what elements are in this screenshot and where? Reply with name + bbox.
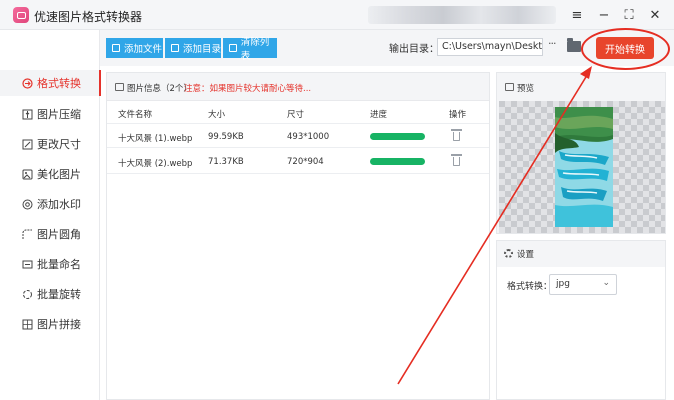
delete-icon[interactable] [451,154,462,166]
sidebar-item-label: 图片拼接 [37,318,81,331]
stitch-icon [22,319,33,330]
file-panel-title: 图片信息（2个） [127,84,192,94]
chevron-down-icon: ⌄ [602,278,610,288]
progress-bar [370,158,425,165]
sidebar-item-compress[interactable]: 图片压缩 [0,101,100,127]
add-file-label: 添加文件 [124,44,163,55]
file-size: 99.59KB [208,132,244,142]
column-header-progress: 进度 [370,110,388,120]
sidebar-item-label: 批量旋转 [37,288,81,301]
add-file-icon [112,44,120,52]
format-value: jpg [556,279,570,289]
add-folder-button[interactable]: 添加目录 [165,38,221,58]
add-folder-label: 添加目录 [183,44,222,55]
file-panel-notice: 注意：如果图片较大请耐心等待... [184,84,312,94]
file-list-panel: 图片信息（2个） 注意：如果图片较大请耐心等待... 文件名称 大小 尺寸 进度… [106,72,490,400]
sidebar-item-round-corner[interactable]: 图片圆角 [0,221,100,247]
table-row[interactable]: 十大风景 (1).webp 99.59KB 493*1000 [107,123,489,148]
gear-icon [504,249,513,258]
watermark-icon [22,199,33,210]
compress-icon [22,109,33,120]
settings-title: 设置 [517,250,535,260]
clear-list-label: 清除列表 [240,37,270,62]
sidebar-item-label: 添加水印 [37,198,81,211]
preview-image [555,107,613,227]
file-size: 71.37KB [208,157,244,167]
sidebar-item-label: 格式转换 [37,77,81,90]
sidebar-item-label: 美化图片 [37,168,81,181]
convert-icon [22,77,33,89]
rotate-icon [22,289,33,300]
app-title: 优速图片格式转换器 [34,10,143,24]
title-bar: 优速图片格式转换器 ≡ − ⛶ ✕ [0,0,674,30]
column-header-action: 操作 [449,110,467,120]
sidebar-item-label: 更改尺寸 [37,138,81,151]
sidebar-item-beautify[interactable]: 美化图片 [0,161,100,187]
settings-header: 设置 [497,241,665,267]
round-corner-icon [22,229,33,240]
column-header-name: 文件名称 [118,110,153,120]
more-options-button[interactable]: ··· [548,37,556,50]
folder-icon [171,44,179,52]
app-window: 优速图片格式转换器 ≡ − ⛶ ✕ 格式转换 图片压缩 更改尺寸 美化图片 添加… [0,0,674,400]
resize-icon [22,139,33,150]
table-row[interactable]: 十大风景 (2).webp 71.37KB 720*904 [107,149,489,174]
open-folder-icon[interactable] [567,38,581,52]
file-dims: 493*1000 [287,132,330,142]
image-icon [505,83,514,91]
trash-icon [229,44,237,52]
sidebar-item-resize[interactable]: 更改尺寸 [0,131,100,157]
delete-icon[interactable] [451,129,462,141]
close-icon[interactable]: ✕ [645,5,665,25]
sidebar-item-rotate[interactable]: 批量旋转 [0,281,100,307]
settings-panel: 设置 格式转换： jpg ⌄ [496,240,666,400]
add-file-button[interactable]: 添加文件 [106,38,163,58]
file-name: 十大风景 (1).webp [118,134,193,144]
file-name: 十大风景 (2).webp [118,159,193,169]
beautify-icon [22,169,33,180]
minimize-icon[interactable]: − [594,5,614,25]
menu-icon[interactable]: ≡ [567,5,587,25]
preview-title: 预览 [517,84,535,94]
file-panel-header: 图片信息（2个） 注意：如果图片较大请耐心等待... [107,73,489,101]
output-dir-input[interactable]: C:\Users\mayn\Desktop [437,38,543,56]
sidebar-item-label: 图片圆角 [37,228,81,241]
sidebar: 格式转换 图片压缩 更改尺寸 美化图片 添加水印 图片圆角 批量命名 批量旋转 [0,30,101,400]
sidebar-item-label: 图片压缩 [37,108,81,121]
column-header-size: 大小 [208,110,226,120]
highlight-circle [581,28,670,70]
sidebar-item-label: 批量命名 [37,258,81,271]
app-logo-icon [13,7,29,23]
output-dir-label: 输出目录： [389,44,439,55]
clear-list-button[interactable]: 清除列表 [223,37,277,62]
preview-panel: 预览 [496,72,666,234]
sidebar-item-watermark[interactable]: 添加水印 [0,191,100,217]
blurred-account-area [368,6,556,24]
preview-canvas [499,101,665,233]
progress-bar [370,133,425,140]
sidebar-item-rename[interactable]: 批量命名 [0,251,100,277]
maximize-icon[interactable]: ⛶ [619,5,639,25]
column-header-dims: 尺寸 [287,110,305,120]
rename-icon [22,259,33,270]
format-select[interactable]: jpg ⌄ [549,274,617,295]
sidebar-item-format-convert[interactable]: 格式转换 [0,70,101,96]
image-icon [115,83,124,91]
format-label: 格式转换： [507,282,553,292]
file-dims: 720*904 [287,157,324,167]
sidebar-item-stitch[interactable]: 图片拼接 [0,311,100,337]
